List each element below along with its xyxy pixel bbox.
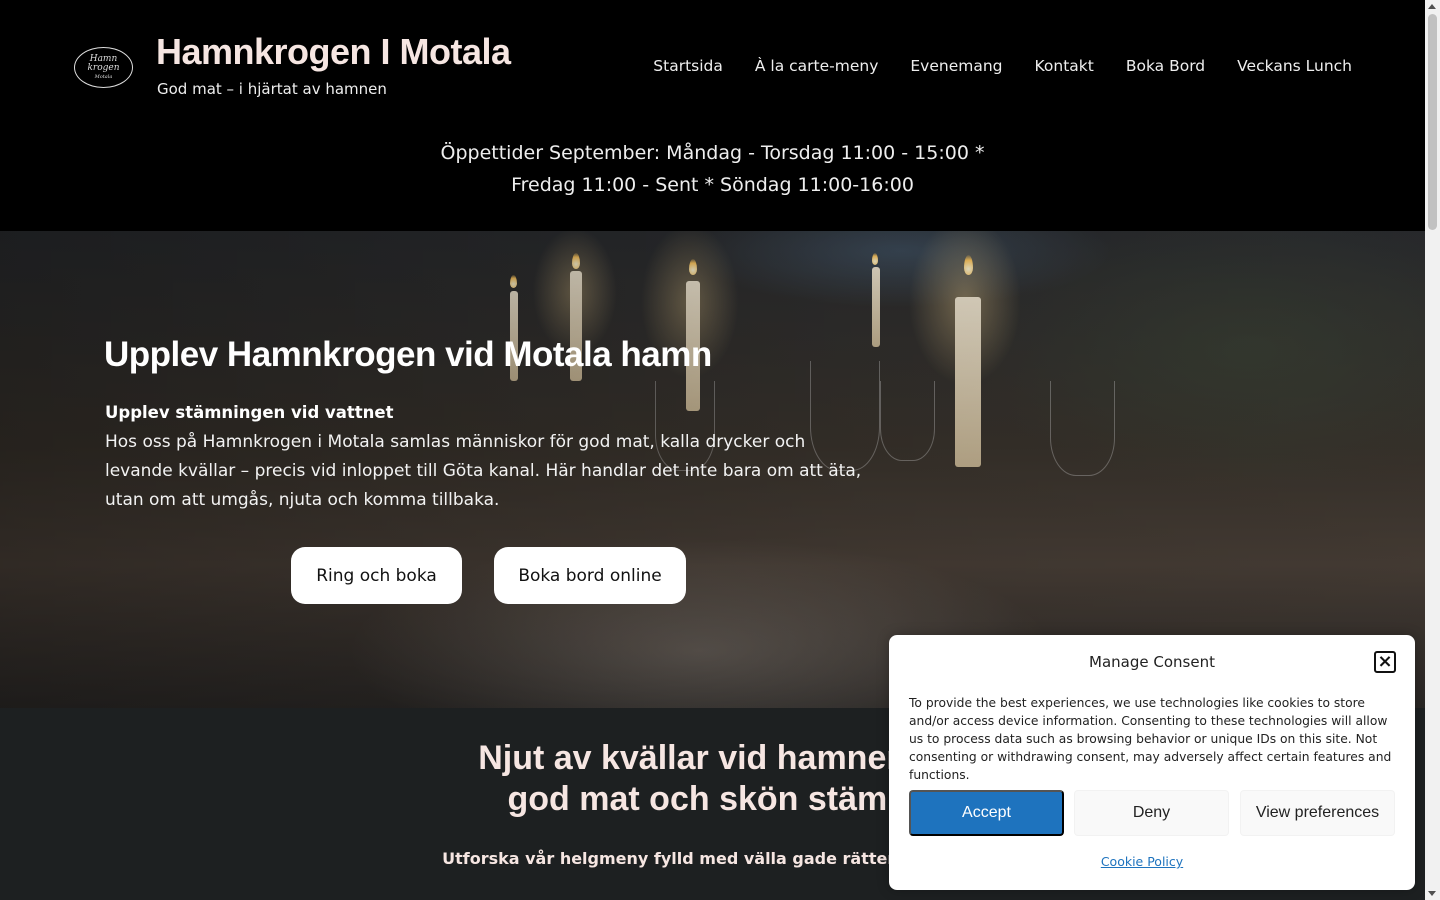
consent-title: Manage Consent	[1089, 653, 1215, 671]
close-icon[interactable]: ×	[1374, 651, 1396, 673]
nav-item-kontakt[interactable]: Kontakt	[1035, 57, 1094, 75]
hero-title: Upplev Hamnkrogen vid Motala hamn	[104, 335, 712, 374]
accept-button[interactable]: Accept	[909, 790, 1064, 836]
book-online-button[interactable]: Boka bord online	[494, 547, 686, 604]
deny-button[interactable]: Deny	[1074, 790, 1229, 836]
hero-subtitle: Upplev stämningen vid vattnet	[105, 403, 394, 422]
intro-heading-line-1: Njut av kvällar vid hamnen m	[478, 739, 947, 777]
logo-text-2: krogen	[87, 63, 120, 73]
view-preferences-button[interactable]: View preferences	[1240, 790, 1395, 836]
hero-description: Hos oss på Hamnkrogen i Motala samlas mä…	[105, 432, 862, 510]
intro-heading-line-2: god mat och skön stämni	[507, 780, 918, 818]
site-tagline: God mat – i hjärtat av hamnen	[157, 80, 387, 98]
scroll-up-arrow-icon[interactable]	[1428, 4, 1436, 9]
site-logo[interactable]: Hamn krogen Motala	[74, 47, 133, 88]
scrollbar-thumb[interactable]	[1428, 14, 1437, 230]
nav-item-boka-bord[interactable]: Boka Bord	[1126, 57, 1205, 75]
cookie-policy-link[interactable]: Cookie Policy	[889, 854, 1395, 869]
opening-hours: Öppettider September: Måndag - Torsdag 1…	[0, 137, 1425, 201]
nav-item-veckans-lunch[interactable]: Veckans Lunch	[1237, 57, 1352, 75]
page-scrollbar[interactable]	[1425, 0, 1440, 900]
logo-text-3: Motala	[94, 74, 113, 80]
nav-item-a-la-carte[interactable]: À la carte-meny	[755, 57, 879, 75]
cookie-consent-dialog: Manage Consent × To provide the best exp…	[889, 635, 1415, 890]
nav-item-evenemang[interactable]: Evenemang	[910, 57, 1002, 75]
call-to-book-button[interactable]: Ring och boka	[291, 547, 462, 604]
nav-item-startsida[interactable]: Startsida	[653, 57, 723, 75]
opening-hours-line-1: Öppettider September: Måndag - Torsdag 1…	[440, 142, 985, 164]
opening-hours-line-2: Fredag 11:00 - Sent * Söndag 11:00-16:00	[511, 174, 914, 196]
site-header: Hamn krogen Motala Hamnkrogen I Motala G…	[0, 0, 1425, 231]
consent-body: To provide the best experiences, we use …	[909, 696, 1392, 782]
main-nav: Startsida À la carte-meny Evenemang Kont…	[653, 57, 1352, 75]
site-title[interactable]: Hamnkrogen I Motala	[156, 31, 511, 73]
scroll-down-arrow-icon[interactable]	[1428, 891, 1436, 896]
